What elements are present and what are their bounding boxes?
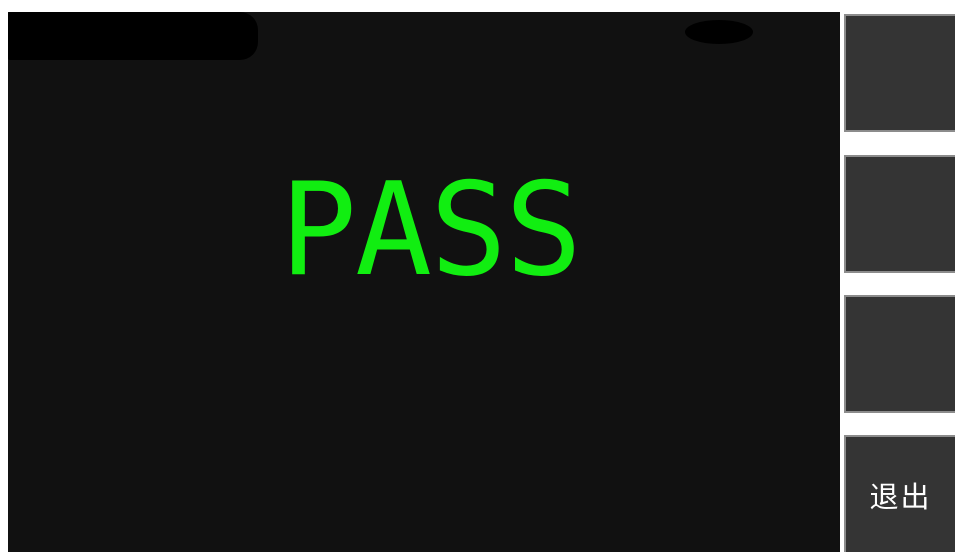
top-left-dark-mark	[8, 12, 258, 60]
exit-button[interactable]: 退出	[844, 435, 955, 552]
side-button-1[interactable]	[844, 14, 955, 132]
side-button-3[interactable]	[844, 295, 955, 413]
screen: PASS 退出	[0, 0, 955, 552]
side-button-2[interactable]	[844, 155, 955, 273]
top-right-dark-mark	[685, 20, 753, 44]
pass-result-text: PASS	[279, 155, 582, 305]
